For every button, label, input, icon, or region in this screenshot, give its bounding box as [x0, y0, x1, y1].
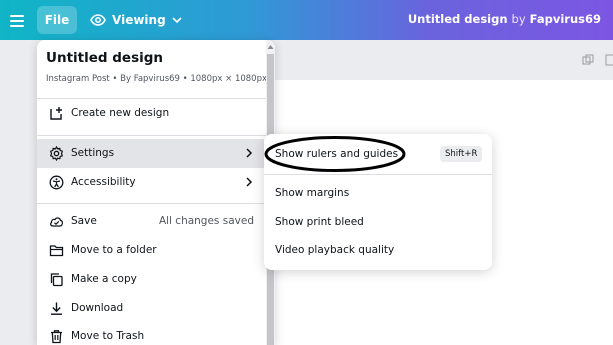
hamburger-menu-icon[interactable]	[10, 12, 24, 28]
submenu-item-video-playback-quality[interactable]: Video playback quality	[264, 236, 492, 264]
save-status: All changes saved	[158, 215, 254, 227]
shortcut-badge: Shift+R	[440, 146, 483, 162]
menu-item-make-copy[interactable]: Make a copy	[37, 265, 266, 294]
menu-item-move-to-trash[interactable]: Move to Trash	[37, 322, 266, 345]
menu-item-label: Create new design	[71, 107, 170, 119]
menu-item-label: Move to Trash	[71, 330, 145, 342]
gear-icon	[49, 146, 64, 161]
menu-item-label: Save	[71, 215, 97, 227]
cloud-check-icon	[50, 217, 64, 227]
submenu-item-label: Show rulers and guides	[275, 148, 399, 160]
canvas-toolbar	[270, 40, 613, 80]
download-icon	[51, 302, 62, 315]
viewing-mode-button[interactable]: Viewing	[90, 10, 182, 30]
add-design-icon	[50, 107, 62, 120]
submenu-item-label: Show margins	[275, 187, 350, 199]
owner-username: Fapvirus69	[529, 12, 601, 26]
submenu-item-show-print-bleed[interactable]: Show print bleed	[264, 208, 492, 236]
copy-icon	[50, 273, 63, 287]
divider	[264, 174, 492, 175]
menu-item-label: Settings	[71, 147, 115, 159]
menu-item-settings[interactable]: Settings	[37, 139, 266, 168]
menu-item-label: Accessibility	[71, 176, 136, 188]
menu-design-subtitle: Instagram Post • By Fapvirus69 • 1080px …	[46, 74, 267, 84]
chevron-right-icon	[246, 148, 253, 158]
top-bar: File Viewing Untitled design by Fapvirus…	[0, 0, 613, 40]
by-label: by	[511, 12, 526, 26]
chevron-down-icon	[172, 17, 182, 24]
chevron-right-icon	[246, 177, 253, 187]
folder-icon	[49, 245, 64, 257]
add-page-icon[interactable]	[604, 54, 613, 66]
scroll-up-arrow-icon[interactable]	[267, 44, 274, 50]
menu-item-label: Make a copy	[71, 273, 137, 285]
menu-item-download[interactable]: Download	[37, 294, 266, 323]
eye-icon	[90, 14, 106, 26]
menu-item-create-new-design[interactable]: Create new design	[37, 99, 266, 128]
menu-design-title[interactable]: Untitled design	[46, 50, 266, 66]
submenu-item-label: Show print bleed	[275, 216, 364, 228]
file-menu-button[interactable]: File	[37, 6, 77, 34]
submenu-item-label: Video playback quality	[275, 244, 395, 256]
menu-item-label: Move to a folder	[71, 244, 157, 256]
settings-submenu: Show rulers and guides Shift+R Show marg…	[264, 134, 492, 270]
menu-item-accessibility[interactable]: Accessibility	[37, 168, 266, 197]
accessibility-icon	[49, 175, 64, 190]
submenu-item-show-margins[interactable]: Show margins	[264, 179, 492, 207]
file-menu: Untitled design Instagram Post • By Fapv…	[37, 40, 275, 345]
divider	[37, 135, 266, 136]
submenu-item-show-rulers-and-guides[interactable]: Show rulers and guides Shift+R	[264, 140, 492, 168]
menu-item-move-to-folder[interactable]: Move to a folder	[37, 236, 266, 265]
menu-item-save[interactable]: Save All changes saved	[37, 207, 266, 236]
menu-item-label: Download	[71, 302, 124, 314]
viewing-label: Viewing	[112, 13, 166, 27]
trash-icon	[51, 330, 62, 344]
menu-header: Untitled design Instagram Post • By Fapv…	[37, 40, 275, 106]
duplicate-page-icon[interactable]	[582, 54, 594, 66]
divider	[37, 203, 266, 204]
design-title-heading[interactable]: Untitled design by Fapvirus69	[408, 12, 601, 26]
design-title: Untitled design	[407, 12, 508, 26]
